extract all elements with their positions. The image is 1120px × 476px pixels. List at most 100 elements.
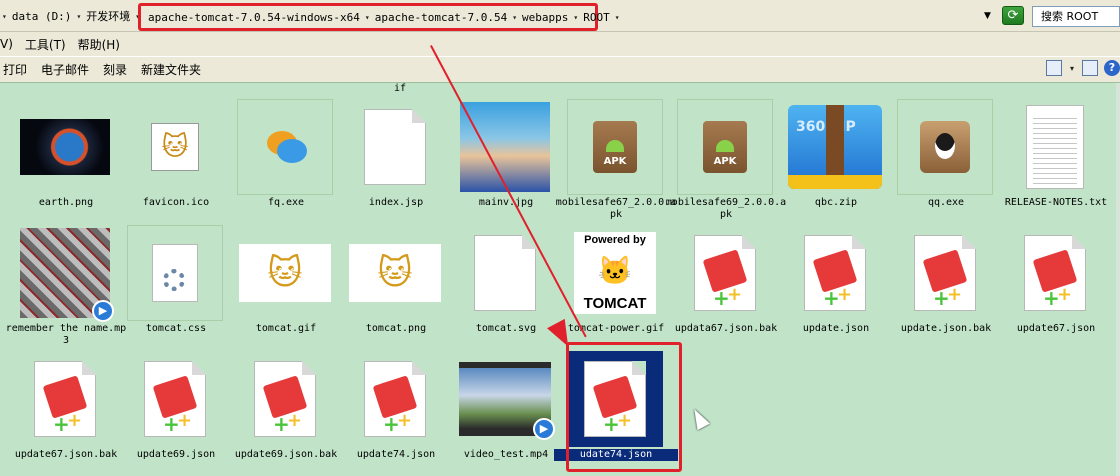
file-name: update67.json <box>1016 323 1096 334</box>
email-button[interactable]: 电子邮件 <box>33 61 95 78</box>
crumb-drive[interactable]: data (D:) <box>9 10 75 23</box>
breadcrumb-prefix: ▾ data (D:) ▾ 开发环境 ▾ <box>0 6 142 26</box>
notepad-document-icon: + + <box>787 225 883 321</box>
notepad-document-icon: + + <box>237 351 333 447</box>
selection-highlight-box <box>566 342 682 472</box>
menu-tools[interactable]: 工具(T) <box>25 36 78 53</box>
chevron-down-icon[interactable]: ▾ <box>74 12 83 21</box>
file-item[interactable]: 🐱 favicon.ico <box>114 99 224 221</box>
file-name: tomcat.gif <box>255 323 317 334</box>
notepad-document-icon: + + <box>347 351 443 447</box>
file-item[interactable]: + + update74.json <box>334 351 444 473</box>
burn-button[interactable]: 刻录 <box>95 61 133 78</box>
file-name: update.json.bak <box>900 323 992 334</box>
crumb-devenv[interactable]: 开发环境 <box>83 8 133 24</box>
tomcat-image-icon: 🐱 <box>237 225 333 321</box>
file-item[interactable]: qq.exe <box>884 99 994 221</box>
file-name: update.json <box>802 323 870 334</box>
chevron-down-icon[interactable]: ▾ <box>613 13 622 22</box>
play-badge-icon: ▶ <box>533 418 555 440</box>
file-item[interactable]: + + update67.json.bak <box>4 351 117 473</box>
crumb-root[interactable]: ROOT <box>580 11 613 24</box>
file-item[interactable]: + + update69.json <box>114 351 224 473</box>
file-item[interactable]: 🐱 tomcat.gif <box>224 225 334 347</box>
file-name: update67.json.bak <box>14 449 118 460</box>
file-item[interactable]: + + update.json <box>774 225 884 347</box>
chevron-down-icon[interactable]: ▾ <box>0 12 9 21</box>
tomcat-powered-image-icon: Powered by 🐱 TOMCAT <box>567 225 663 321</box>
file-item[interactable]: tomcat.css <box>114 225 224 347</box>
menu-help[interactable]: 帮助(H) <box>78 36 132 53</box>
file-name: tomcat.png <box>365 323 427 334</box>
file-name: mainv.jpg <box>478 197 534 208</box>
chevron-down-icon[interactable]: ▾ <box>510 13 519 22</box>
help-icon[interactable]: ? <box>1104 60 1120 76</box>
new-folder-button[interactable]: 新建文件夹 <box>133 61 207 78</box>
file-item[interactable]: 360 ZIP qbc.zip <box>774 99 884 221</box>
print-button[interactable]: 打印 <box>0 61 33 78</box>
notepad-document-icon: + + <box>17 351 113 447</box>
file-name: video_test.mp4 <box>463 449 549 460</box>
file-item[interactable]: ▶ video_test.mp4 <box>444 351 555 473</box>
file-item[interactable]: 🐱 tomcat.png <box>334 225 444 347</box>
crumb-webapps[interactable]: webapps <box>519 11 571 24</box>
tomcat-image-icon: 🐱 <box>347 225 443 321</box>
address-bar: ▾ data (D:) ▾ 开发环境 ▾ apache-tomcat-7.0.5… <box>0 0 1120 32</box>
file-item[interactable]: mainv.jpg <box>444 99 554 221</box>
blank-document-icon <box>457 225 553 321</box>
file-name: favicon.ico <box>142 197 210 208</box>
zip-archive-icon: 360 ZIP <box>787 99 883 195</box>
notepad-document-icon: + + <box>1007 225 1103 321</box>
file-name: remember the name.mp3 <box>5 323 127 346</box>
file-list-pane[interactable]: if earth.png 🐱 favicon.ico fq.exe index.… <box>0 82 1120 476</box>
preview-pane-icon[interactable] <box>1082 60 1098 76</box>
address-dropdown-icon[interactable]: ▼ <box>984 11 991 21</box>
play-badge-icon: ▶ <box>92 300 114 322</box>
search-input[interactable]: 搜索 ROOT <box>1032 6 1120 27</box>
stray-label: if <box>393 83 407 94</box>
photo-image-icon <box>457 99 553 195</box>
file-name: update74.json <box>356 449 436 460</box>
file-item[interactable]: APK mobilesafe69_2.0.0.apk <box>664 99 786 221</box>
notepad-document-icon: + + <box>897 225 993 321</box>
refresh-button[interactable]: ⟳ <box>1002 6 1024 25</box>
file-item[interactable]: ▶ remember the name.mp3 <box>4 225 126 347</box>
command-toolbar: 打印 电子邮件 刻录 新建文件夹 ▾ ? <box>0 56 1120 82</box>
apk-package-icon: APK <box>567 99 663 195</box>
file-item[interactable]: APK mobilesafe67_2.0.0.apk <box>554 99 676 221</box>
vertical-scrollbar[interactable] <box>1116 83 1120 476</box>
file-name: mobilesafe67_2.0.0.apk <box>555 197 677 220</box>
text-document-icon <box>1007 99 1103 195</box>
file-name: mobilesafe69_2.0.0.apk <box>665 197 787 220</box>
file-name: RELEASE-NOTES.txt <box>1004 197 1108 208</box>
earth-image-icon <box>17 99 113 195</box>
chevron-down-icon[interactable]: ▾ <box>571 13 580 22</box>
settings-document-icon <box>127 225 223 321</box>
chat-app-icon <box>237 99 333 195</box>
file-name: index.jsp <box>368 197 424 208</box>
crumb-tomcat-x64[interactable]: apache-tomcat-7.0.54-windows-x64 <box>145 11 363 24</box>
file-item[interactable]: + + update67.json <box>994 225 1104 347</box>
video-file-icon: ▶ <box>457 351 555 447</box>
notepad-document-icon: + + <box>677 225 773 321</box>
file-name: fq.exe <box>267 197 305 208</box>
file-item[interactable]: + + updata67.json.bak <box>664 225 777 347</box>
file-name: qbc.zip <box>814 197 858 208</box>
file-item[interactable]: index.jsp <box>334 99 444 221</box>
menu-bar: V) 工具(T) 帮助(H) <box>0 32 1120 56</box>
file-item[interactable]: earth.png <box>4 99 114 221</box>
chevron-down-icon[interactable]: ▾ <box>363 13 372 22</box>
file-item[interactable]: + + update.json.bak <box>884 225 994 347</box>
file-item[interactable]: + + update69.json.bak <box>224 351 337 473</box>
file-name: update69.json.bak <box>234 449 338 460</box>
file-name: tomcat.css <box>145 323 207 334</box>
file-name: update69.json <box>136 449 216 460</box>
chevron-down-icon[interactable]: ▾ <box>1068 64 1076 73</box>
file-item[interactable]: fq.exe <box>224 99 334 221</box>
views-icon[interactable] <box>1045 60 1062 76</box>
apk-package-icon: APK <box>677 99 773 195</box>
toolbar-right: ▾ ? <box>1045 60 1120 76</box>
file-item[interactable]: RELEASE-NOTES.txt <box>994 99 1107 221</box>
crumb-tomcat[interactable]: apache-tomcat-7.0.54 <box>372 11 510 24</box>
menu-view[interactable]: V) <box>0 37 25 51</box>
